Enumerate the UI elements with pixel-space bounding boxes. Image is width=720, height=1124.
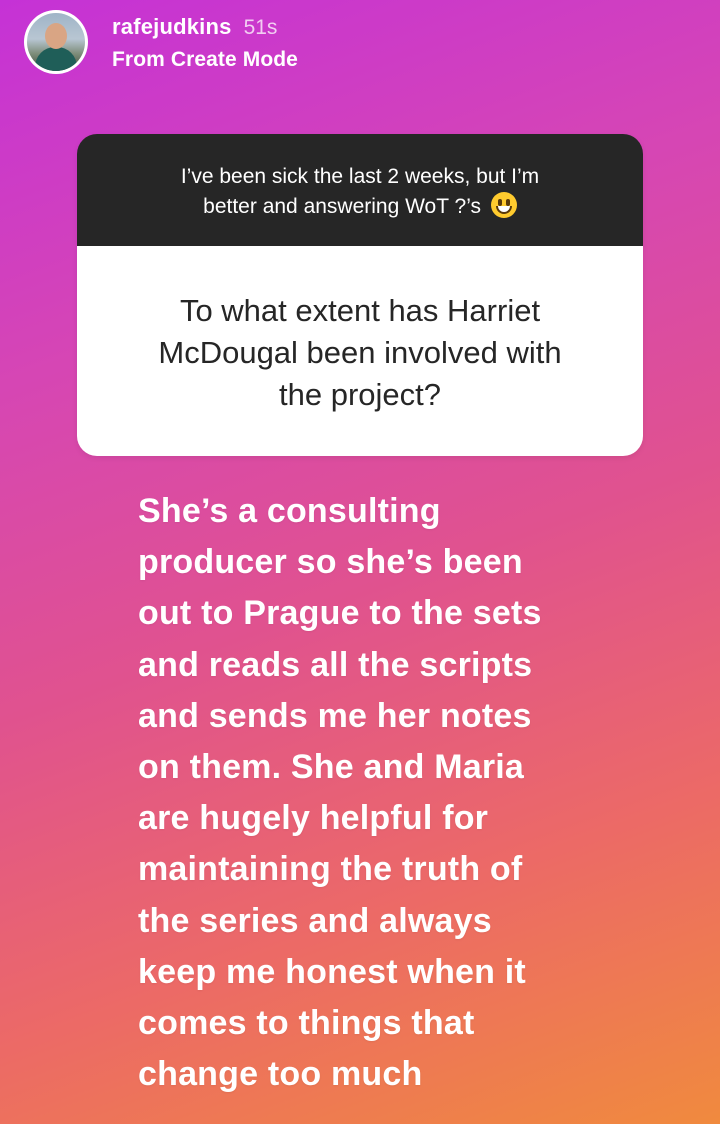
question-sticker: I’ve been sick the last 2 weeks, but I’m… [77,134,643,456]
answer-text: She’s a consulting producer so she’s bee… [138,486,638,1100]
question-line: McDougal been involved with [158,335,562,370]
question-line: To what extent has Harriet [179,293,541,328]
answer-line: are hugely helpful for [138,799,489,838]
grinning-face-icon [490,192,517,218]
answer-line: She’s a consulting [138,492,441,530]
profile-photo-head [45,23,67,49]
profile-photo-body [35,47,77,71]
timestamp: 51s [243,16,278,39]
username[interactable]: rafejudkins [112,14,232,40]
question-line: the project? [279,377,441,412]
answer-line: producer so she’s been [138,543,523,582]
answer-line: on them. She and Maria [138,748,525,787]
answer-line: maintaining the truth of [138,850,523,889]
submitted-question: To what extent has Harriet McDougal been… [77,246,643,456]
answer-line: comes to things that [138,1004,475,1043]
answer-line: and sends me her notes [138,696,532,735]
story-view[interactable]: rafejudkins 51s From Create Mode I’ve be… [0,0,720,1124]
profile-photo [27,13,85,71]
answer-line: change too much [138,1055,423,1094]
answer-line: keep me honest when it [138,952,526,991]
grinning-face-mouth [495,206,512,214]
user-meta: rafejudkins 51s From Create Mode [112,14,298,72]
prompt-line-2: better and answering WoT ?’s [203,195,481,218]
create-mode-label[interactable]: From Create Mode [112,48,298,72]
story-header: rafejudkins 51s From Create Mode [24,10,298,80]
user-line: rafejudkins 51s [112,14,298,40]
prompt-line-1: I’ve been sick the last 2 weeks, but I’m [180,165,540,188]
answer-line: out to Prague to the sets [138,594,542,633]
answer-line: the series and always [138,901,492,940]
question-prompt: I’ve been sick the last 2 weeks, but I’m… [77,134,643,246]
answer-line: and reads all the scripts [138,645,533,684]
avatar[interactable] [24,10,88,74]
